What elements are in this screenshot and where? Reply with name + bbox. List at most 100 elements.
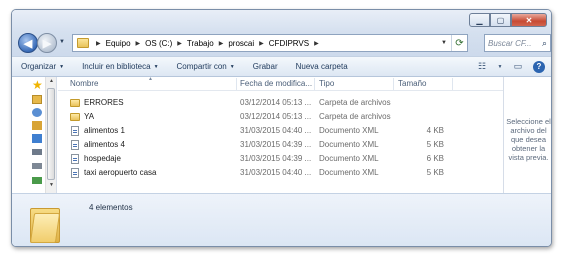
explorer-window: ▁ ▢ ✕ ◀ ▶ ▼ ▶ Equipo ▶ OS (C:) ▶ Trabajo… bbox=[11, 9, 552, 247]
breadcrumb-separator[interactable]: ▶ bbox=[259, 40, 264, 47]
column-header-type[interactable]: Tipo bbox=[319, 79, 334, 88]
organize-label: Organizar bbox=[21, 62, 57, 71]
breadcrumb-separator[interactable]: ▶ bbox=[177, 40, 182, 47]
file-name: alimentos 1 bbox=[84, 126, 125, 135]
help-icon[interactable]: ? bbox=[533, 60, 545, 73]
details-pane: 4 elementos bbox=[12, 193, 551, 246]
library-folder-icon[interactable] bbox=[32, 95, 42, 104]
homegroup-icon[interactable] bbox=[32, 108, 42, 117]
breadcrumb-cfdiprvs[interactable]: CFDIPRVS bbox=[268, 39, 310, 48]
table-row[interactable]: YA 03/12/2014 05:13 ... Carpeta de archi… bbox=[58, 111, 503, 124]
address-actions: ▼ ⟳ bbox=[437, 35, 467, 51]
preview-pane-icon[interactable]: ▭ bbox=[511, 60, 525, 73]
computer-icon[interactable] bbox=[32, 149, 42, 155]
new-folder-button[interactable]: Nueva carpeta bbox=[287, 62, 357, 71]
file-type: Documento XML bbox=[319, 140, 379, 149]
table-row[interactable]: taxi aeropuerto casa 31/03/2015 04:40 ..… bbox=[58, 167, 503, 180]
favorites-star-icon[interactable]: ★ bbox=[32, 78, 43, 92]
navigation-scrollbar[interactable]: ▲ ▼ bbox=[45, 77, 56, 193]
maximize-button[interactable]: ▢ bbox=[490, 13, 511, 27]
file-type: Carpeta de archivos bbox=[319, 112, 391, 121]
table-row[interactable]: alimentos 1 31/03/2015 04:40 ... Documen… bbox=[58, 125, 503, 138]
column-header-date[interactable]: Fecha de modifica... bbox=[240, 79, 312, 88]
folder-icon bbox=[70, 99, 80, 107]
table-row[interactable]: ERRORES 03/12/2014 05:13 ... Carpeta de … bbox=[58, 97, 503, 110]
search-input[interactable]: Buscar CF... ⌕ bbox=[484, 34, 551, 52]
xml-file-icon bbox=[71, 154, 79, 164]
file-size: 4 KB bbox=[426, 126, 444, 135]
address-history-dropdown[interactable]: ▼ bbox=[437, 40, 451, 46]
column-headers: ▲ Nombre Fecha de modifica... Tipo Tamañ… bbox=[58, 76, 503, 91]
preview-message: Seleccione el archivo del que desea obte… bbox=[506, 116, 551, 162]
breadcrumb-separator[interactable]: ▶ bbox=[219, 40, 224, 47]
minimize-button[interactable]: ▁ bbox=[469, 13, 490, 27]
share-with-label: Compartir con bbox=[176, 62, 227, 71]
forward-button[interactable]: ▶ bbox=[37, 33, 57, 53]
include-in-library-menu[interactable]: Incluir en biblioteca ▼ bbox=[73, 62, 167, 71]
search-placeholder: Buscar CF... bbox=[488, 38, 532, 48]
chevron-down-icon: ▼ bbox=[59, 63, 65, 70]
back-button[interactable]: ◀ bbox=[18, 33, 38, 53]
file-date: 31/03/2015 04:40 ... bbox=[240, 126, 312, 135]
organize-menu[interactable]: Organizar ▼ bbox=[12, 62, 73, 71]
column-divider[interactable] bbox=[314, 78, 315, 90]
recent-pages-dropdown[interactable]: ▼ bbox=[59, 39, 65, 45]
address-bar[interactable]: ▶ Equipo ▶ OS (C:) ▶ Trabajo ▶ proscai ▶… bbox=[72, 34, 468, 52]
column-divider[interactable] bbox=[236, 78, 237, 90]
documents-icon[interactable] bbox=[32, 121, 42, 130]
scroll-down-arrow[interactable]: ▼ bbox=[47, 182, 56, 191]
file-name: hospedaje bbox=[84, 154, 121, 163]
file-type: Documento XML bbox=[319, 168, 379, 177]
breadcrumb-equipo[interactable]: Equipo bbox=[105, 39, 132, 48]
folder-icon bbox=[70, 113, 80, 121]
breadcrumb-os-c[interactable]: OS (C:) bbox=[144, 39, 173, 48]
breadcrumb-proscai[interactable]: proscai bbox=[227, 39, 255, 48]
change-view-icon[interactable]: ☷ bbox=[475, 60, 489, 73]
column-header-size[interactable]: Tamaño bbox=[398, 79, 426, 88]
item-count: 4 elementos bbox=[89, 203, 133, 212]
folder-icon bbox=[29, 204, 61, 243]
file-type: Documento XML bbox=[319, 154, 379, 163]
view-options-dropdown[interactable]: ▼ bbox=[497, 60, 503, 73]
table-row[interactable]: alimentos 4 31/03/2015 04:39 ... Documen… bbox=[58, 139, 503, 152]
refresh-icon[interactable]: ⟳ bbox=[451, 35, 467, 51]
xml-file-icon bbox=[71, 168, 79, 178]
navigation-pane[interactable]: ★ ▲ ▼ bbox=[12, 77, 57, 193]
content-area: ★ ▲ ▼ ▲ Nombre Fecha de modifica... Tipo bbox=[12, 76, 551, 193]
scroll-up-arrow[interactable]: ▲ bbox=[47, 78, 56, 87]
file-date: 31/03/2015 04:39 ... bbox=[240, 140, 312, 149]
include-in-library-label: Incluir en biblioteca bbox=[82, 62, 151, 71]
column-header-name[interactable]: Nombre bbox=[70, 79, 98, 88]
music-icon[interactable] bbox=[32, 134, 42, 143]
xml-file-icon bbox=[71, 126, 79, 136]
file-size: 5 KB bbox=[426, 168, 444, 177]
column-divider[interactable] bbox=[393, 78, 394, 90]
new-folder-label: Nueva carpeta bbox=[295, 62, 348, 71]
breadcrumb-trabajo[interactable]: Trabajo bbox=[186, 39, 215, 48]
network-icon[interactable] bbox=[32, 177, 42, 184]
file-name: ERRORES bbox=[84, 98, 124, 107]
column-divider[interactable] bbox=[452, 78, 453, 90]
drive-icon[interactable] bbox=[32, 163, 42, 169]
close-button[interactable]: ✕ bbox=[511, 13, 547, 27]
search-icon[interactable]: ⌕ bbox=[542, 38, 547, 49]
table-row[interactable]: hospedaje 31/03/2015 04:39 ... Documento… bbox=[58, 153, 503, 166]
burn-button[interactable]: Grabar bbox=[244, 62, 287, 71]
window-controls: ▁ ▢ ✕ bbox=[469, 13, 547, 27]
share-with-menu[interactable]: Compartir con ▼ bbox=[168, 62, 244, 71]
xml-file-icon bbox=[71, 140, 79, 150]
file-name: alimentos 4 bbox=[84, 140, 125, 149]
view-controls: ☷ ▼ ▭ ? bbox=[475, 60, 545, 73]
sort-ascending-icon: ▲ bbox=[148, 76, 153, 82]
scrollbar-thumb[interactable] bbox=[47, 88, 55, 180]
chevron-down-icon: ▼ bbox=[229, 63, 235, 70]
folder-icon bbox=[77, 38, 89, 48]
chevron-down-icon: ▼ bbox=[153, 63, 159, 70]
file-name: taxi aeropuerto casa bbox=[84, 168, 157, 177]
file-type: Documento XML bbox=[319, 126, 379, 135]
breadcrumb-separator[interactable]: ▶ bbox=[314, 40, 319, 47]
file-size: 5 KB bbox=[426, 140, 444, 149]
breadcrumb-separator[interactable]: ▶ bbox=[136, 40, 141, 47]
breadcrumb-separator[interactable]: ▶ bbox=[96, 40, 101, 47]
file-date: 31/03/2015 04:40 ... bbox=[240, 168, 312, 177]
